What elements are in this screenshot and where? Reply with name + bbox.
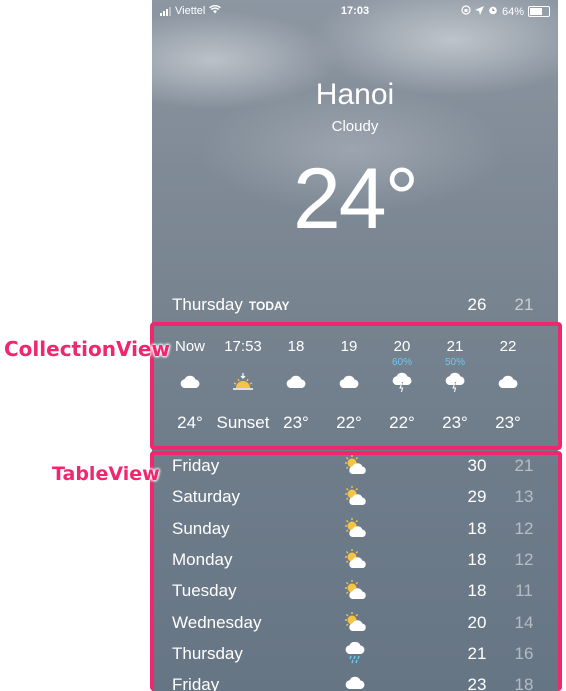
city-name: Hanoi — [315, 78, 395, 111]
today-low: 21 — [514, 295, 534, 314]
today-day: Thursday TODAY — [172, 295, 290, 314]
current-temperature: 24° — [292, 151, 419, 247]
battery-icon — [528, 6, 550, 17]
today-summary-row: Thursday TODAY 26 21 — [152, 293, 558, 317]
collection-view-label: CollectionView — [4, 337, 170, 361]
status-bar: Viettel 17:03 64% — [152, 0, 558, 22]
today-tag: TODAY — [248, 299, 290, 313]
collection-view-highlight — [150, 322, 562, 450]
battery-percent: 64% — [501, 5, 524, 18]
orientation-lock-icon — [461, 5, 471, 18]
table-view-highlight — [150, 451, 562, 691]
location-icon — [474, 5, 484, 18]
table-view-label: TableView — [52, 463, 160, 485]
alarm-icon — [488, 5, 498, 18]
today-high: 26 — [467, 295, 487, 314]
current-condition: Cloudy — [331, 118, 379, 135]
